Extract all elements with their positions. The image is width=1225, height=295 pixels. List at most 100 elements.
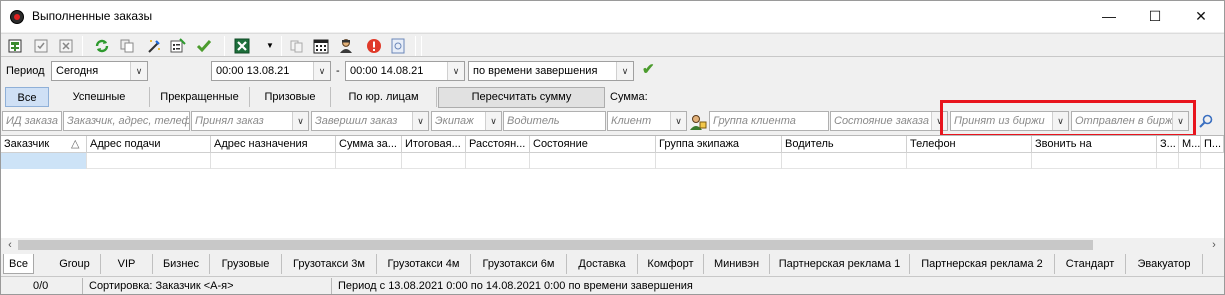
magic-wand-icon[interactable] (145, 37, 163, 55)
chevron-down-icon[interactable]: ∨ (447, 62, 464, 80)
maximize-button[interactable]: ☐ (1132, 1, 1178, 32)
table-cell[interactable] (402, 153, 466, 169)
table-cell[interactable] (466, 153, 530, 169)
table-cell[interactable] (782, 153, 907, 169)
table-cell[interactable] (1, 153, 87, 169)
table-row[interactable] (1, 153, 1224, 169)
minimize-button[interactable]: — (1086, 1, 1132, 32)
column-header[interactable]: Сумма за... (336, 136, 402, 153)
category-tab[interactable]: Group (49, 254, 101, 274)
recalc-sum-button[interactable]: Пересчитать сумму (438, 87, 605, 108)
chevron-down-icon[interactable]: ∨ (130, 62, 147, 80)
crew-filter[interactable]: Экипаж ∨ (431, 111, 502, 131)
category-tab[interactable]: Минивэн (704, 254, 770, 274)
column-header[interactable]: Телефон (907, 136, 1032, 153)
table-cell[interactable] (336, 153, 402, 169)
tab-legal-entities[interactable]: По юр. лицам (331, 87, 437, 107)
column-header[interactable]: Водитель (782, 136, 907, 153)
period-status: Период с 13.08.2021 0:00 по 14.08.2021 0… (338, 280, 693, 292)
chevron-down-icon[interactable]: ∨ (292, 112, 308, 130)
category-tab[interactable]: Стандарт (1055, 254, 1126, 274)
tab-all[interactable]: Все (5, 87, 49, 107)
tab-prize[interactable]: Призовые (250, 87, 331, 107)
horizontal-scrollbar[interactable]: ‹ › (1, 238, 1224, 252)
tab-successful[interactable]: Успешные (49, 87, 150, 107)
category-tab[interactable]: Бизнес (153, 254, 210, 274)
table-cell[interactable] (907, 153, 1032, 169)
chevron-down-icon[interactable]: ∨ (616, 62, 633, 80)
period-row: Период Сегодня ∨ 00:00 13.08.21 ∨ - 00:0… (1, 58, 1224, 84)
excel-export-icon[interactable] (233, 37, 251, 55)
chevron-down-icon[interactable]: ∨ (670, 112, 686, 130)
client-group-picker-icon[interactable] (689, 113, 707, 131)
table-cell[interactable] (656, 153, 782, 169)
duplicate-icon[interactable] (288, 37, 306, 55)
edit-order-icon[interactable] (32, 37, 50, 55)
completed-by-filter[interactable]: Завершил заказ ∨ (311, 111, 429, 131)
period-mode-select[interactable]: по времени завершения ∨ (468, 61, 634, 81)
category-tab[interactable]: Грузотакси 4м (377, 254, 471, 274)
document-icon[interactable] (389, 37, 407, 55)
copy-icon[interactable] (118, 37, 136, 55)
customer-filter[interactable]: Заказчик, адрес, телеф (63, 111, 190, 131)
search-icon[interactable] (1198, 113, 1214, 129)
orders-grid[interactable]: Заказчик △ Адрес подачи Адрес назначения … (1, 135, 1224, 238)
dropdown-arrow-icon[interactable]: ▼ (261, 37, 279, 55)
tab-terminated[interactable]: Прекращенные (150, 87, 250, 107)
table-cell[interactable] (87, 153, 211, 169)
column-header[interactable]: М... (1179, 136, 1201, 153)
category-tab[interactable]: Эвакуатор (1126, 254, 1203, 274)
table-cell[interactable] (1032, 153, 1157, 169)
add-order-icon[interactable] (6, 37, 24, 55)
order-state-filter[interactable]: Состояние заказа ∨ (830, 111, 948, 131)
chevron-down-icon[interactable]: ∨ (412, 112, 428, 130)
category-tab[interactable]: Грузотакси 3м (282, 254, 377, 274)
table-cell[interactable] (1179, 153, 1201, 169)
client-group-filter[interactable]: Группа клиента (709, 111, 829, 131)
scroll-right-arrow-icon[interactable]: › (1207, 238, 1221, 252)
table-cell[interactable] (530, 153, 656, 169)
driver-filter[interactable]: Водитель (503, 111, 606, 131)
driver-icon[interactable] (337, 37, 355, 55)
column-header[interactable]: П... (1201, 136, 1224, 153)
scroll-left-arrow-icon[interactable]: ‹ (3, 238, 17, 252)
chevron-down-icon[interactable]: ∨ (313, 62, 330, 80)
column-header[interactable]: Группа экипажа (656, 136, 782, 153)
sum-label: Сумма: (610, 91, 648, 103)
category-tab[interactable]: Грузотакси 6м (471, 254, 567, 274)
table-cell[interactable] (211, 153, 336, 169)
scrollbar-thumb[interactable] (18, 240, 1093, 250)
column-header[interactable]: Итоговая... (402, 136, 466, 153)
accepted-by-filter[interactable]: Принял заказ ∨ (191, 111, 309, 131)
period-preset-select[interactable]: Сегодня ∨ (51, 61, 148, 81)
column-header[interactable]: Адрес подачи (87, 136, 211, 153)
refresh-icon[interactable] (93, 37, 111, 55)
client-filter[interactable]: Клиент ∨ (607, 111, 687, 131)
confirm-check-icon[interactable] (195, 37, 213, 55)
order-id-filter[interactable]: ИД заказа (2, 111, 62, 131)
alert-icon[interactable] (365, 37, 383, 55)
period-to-input[interactable]: 00:00 14.08.21 ∨ (345, 61, 465, 81)
category-tab[interactable]: Доставка (567, 254, 638, 274)
column-header[interactable]: Звонить на (1032, 136, 1157, 153)
toolbar: ▼ (1, 33, 1224, 57)
column-header[interactable]: З... (1157, 136, 1179, 153)
close-button[interactable]: ✕ (1178, 1, 1224, 32)
period-from-input[interactable]: 00:00 13.08.21 ∨ (211, 61, 331, 81)
column-header[interactable]: Заказчик △ (1, 136, 87, 153)
properties-icon[interactable] (169, 37, 187, 55)
category-tab[interactable]: Партнерская реклама 1 (770, 254, 910, 274)
table-cell[interactable] (1157, 153, 1179, 169)
delete-order-icon[interactable] (57, 37, 75, 55)
column-header[interactable]: Состояние (530, 136, 656, 153)
category-tab[interactable]: VIP (101, 254, 153, 274)
category-tab[interactable]: Грузовые (210, 254, 282, 274)
column-header[interactable]: Адрес назначения (211, 136, 336, 153)
calendar-icon[interactable] (312, 37, 330, 55)
chevron-down-icon[interactable]: ∨ (485, 112, 501, 130)
category-tab-all[interactable]: Все (3, 254, 34, 274)
apply-period-check-icon[interactable]: ✔ (642, 60, 655, 78)
category-tab[interactable]: Комфорт (638, 254, 704, 274)
column-header[interactable]: Расстоян... (466, 136, 530, 153)
category-tab[interactable]: Партнерская реклама 2 (910, 254, 1055, 274)
